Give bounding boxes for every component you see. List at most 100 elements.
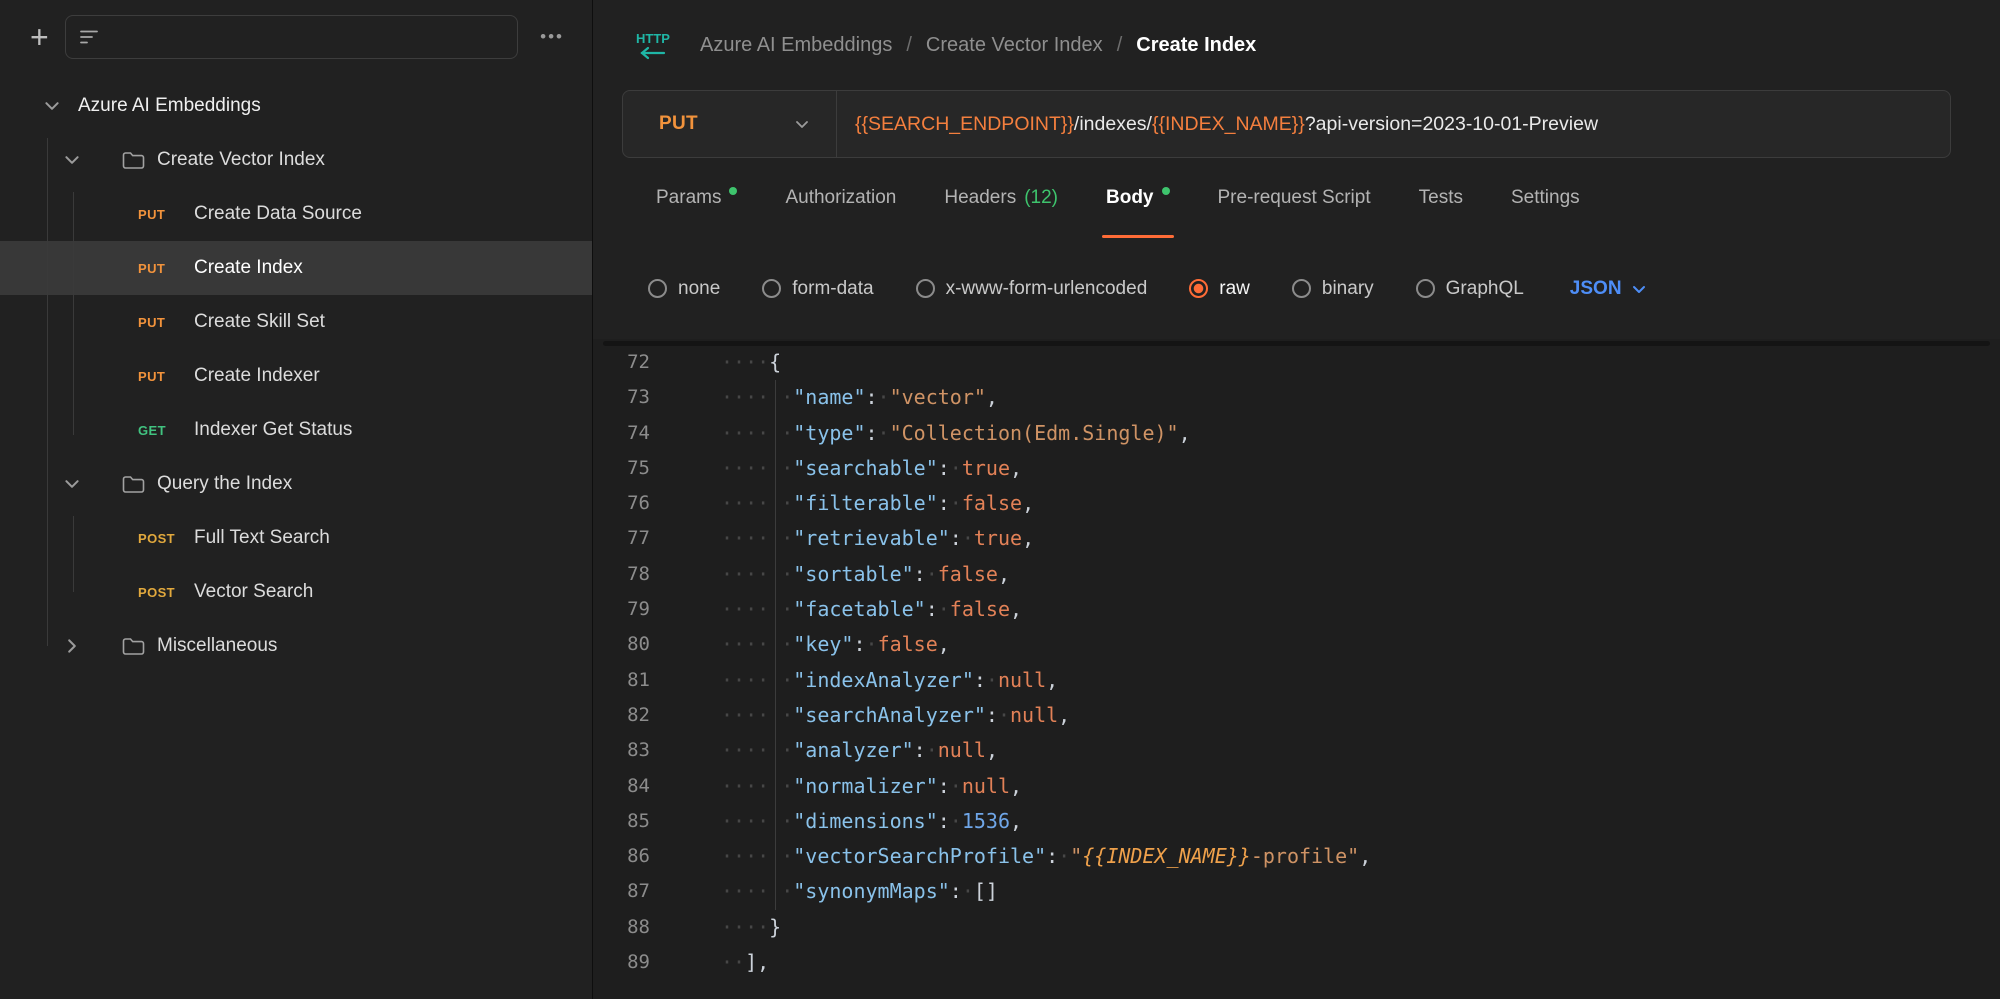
chevron-right-icon[interactable]: [62, 637, 82, 655]
line-number: 73: [593, 380, 650, 415]
breadcrumb-item-azure-ai-embeddings[interactable]: Azure AI Embeddings: [700, 34, 892, 57]
code-line: 87···· ·"synonymMaps":·[]: [593, 874, 2000, 909]
method-select[interactable]: PUT: [623, 91, 836, 157]
tab-headers[interactable]: Headers (12): [942, 158, 1060, 238]
body-language-select[interactable]: JSON: [1570, 278, 1647, 300]
line-number: 81: [593, 663, 650, 698]
code-line: 86···· ·"vectorSearchProfile":·"{{INDEX_…: [593, 839, 2000, 874]
method-badge: PUT: [138, 315, 190, 330]
sidebar-filter-input[interactable]: [110, 27, 503, 48]
breadcrumb-separator: /: [1117, 34, 1123, 57]
breadcrumb-item-create-index[interactable]: Create Index: [1136, 34, 1256, 57]
line-number: 79: [593, 592, 650, 627]
code-line: 88····}: [593, 910, 2000, 945]
code-content: ···· ·"key":·false,: [721, 627, 950, 662]
chevron-down-icon: [794, 116, 810, 132]
more-options-icon[interactable]: •••: [534, 27, 570, 47]
sidebar-request-create-data-source[interactable]: PUT Create Data Source: [0, 187, 592, 241]
method-badge: PUT: [138, 207, 190, 222]
green-dot: [1162, 187, 1170, 195]
code-content: ···· ·"searchAnalyzer":·null,: [721, 698, 1070, 733]
code-content: ···· ·"analyzer":·null,: [721, 733, 998, 768]
tree-item-label: Create Data Source: [194, 203, 362, 225]
line-number: 89: [593, 945, 650, 980]
tree-item-label: Create Skill Set: [194, 311, 325, 333]
breadcrumb: Azure AI Embeddings / Create Vector Index /…: [700, 34, 1256, 57]
code-line: 81···· ·"indexAnalyzer":·null,: [593, 663, 2000, 698]
code-content: ···· ·"searchable":·true,: [721, 451, 1022, 486]
request-pane: HTTP Azure AI Embeddings/Create Vector I…: [593, 0, 2000, 999]
chevron-down-icon[interactable]: [62, 151, 82, 169]
sidebar-folder-create-vector-index[interactable]: Create Vector Index: [0, 133, 592, 187]
code-line: 76···· ·"filterable":·false,: [593, 486, 2000, 521]
body-mode-form-data[interactable]: form-data: [762, 278, 873, 300]
body-mode-none[interactable]: none: [648, 278, 720, 300]
sidebar-request-vector-search[interactable]: POSTVector Search: [0, 565, 592, 619]
body-mode-raw[interactable]: raw: [1189, 278, 1250, 300]
body-mode-binary[interactable]: binary: [1292, 278, 1374, 300]
code-line: 72····{: [593, 345, 2000, 380]
tab-authorization[interactable]: Authorization: [783, 158, 898, 238]
tab-label: Body: [1106, 187, 1154, 209]
new-request-button[interactable]: +: [30, 21, 49, 53]
breadcrumb-row: HTTP Azure AI Embeddings/Create Vector I…: [593, 0, 2000, 90]
sidebar-filter-box[interactable]: [65, 15, 518, 59]
code-content: ···· ·"synonymMaps":·[]: [721, 874, 998, 909]
url-input[interactable]: {{SEARCH_ENDPOINT}}/indexes/{{INDEX_NAME…: [837, 113, 1616, 136]
tab-label: Pre-request Script: [1218, 187, 1371, 209]
sidebar-folder-query-the-index[interactable]: Query the Index: [0, 457, 592, 511]
body-editor[interactable]: 72····{73···· ·"name":·"vector",74 ···· ·…: [593, 339, 2000, 999]
code-line: 73···· ·"name":·"vector",: [593, 380, 2000, 415]
tab-label: Headers: [944, 187, 1016, 209]
url-variable: {{INDEX_NAME}}: [1152, 113, 1305, 135]
body-mode-graphql[interactable]: GraphQL: [1416, 278, 1524, 300]
sidebar-collection-azure-ai-embeddings[interactable]: Azure AI Embeddings: [0, 79, 592, 133]
code-line: 89 ··],: [593, 945, 2000, 980]
code-line: 80···· ·"key":·false,: [593, 627, 2000, 662]
headers-count: (12): [1024, 187, 1058, 209]
code-content: ···· ·"dimensions":·1536,: [721, 804, 1022, 839]
request-bar-row: PUT {{SEARCH_ENDPOINT}}/indexes/{{INDEX_…: [593, 90, 2000, 158]
code-line: 84···· ·"normalizer":·null,: [593, 769, 2000, 804]
body-mode-x-www-form-urlencoded[interactable]: x-www-form-urlencoded: [916, 278, 1148, 300]
language-label: JSON: [1570, 278, 1622, 300]
tab-settings[interactable]: Settings: [1509, 158, 1582, 238]
sidebar-request-full-text-search[interactable]: POSTFull Text Search: [0, 511, 592, 565]
sidebar-request-indexer-get-status[interactable]: GETIndexer Get Status: [0, 403, 592, 457]
breadcrumb-item-create-vector-index[interactable]: Create Vector Index: [926, 34, 1103, 57]
sidebar-folder-miscellaneous[interactable]: Miscellaneous: [0, 619, 592, 673]
tab-body[interactable]: Body: [1104, 158, 1172, 238]
sidebar-request-create-indexer[interactable]: PUTCreate Indexer: [0, 349, 592, 403]
code-line: 75···· ·"searchable":·true,: [593, 451, 2000, 486]
line-number: 74: [593, 416, 650, 451]
tab-params[interactable]: Params: [654, 158, 739, 238]
sidebar-request-create-skill-set[interactable]: PUT Create Skill Set: [0, 295, 592, 349]
line-number: 76: [593, 486, 650, 521]
radio-icon: [648, 279, 667, 298]
editor-scrollbar[interactable]: [603, 341, 1990, 346]
tree-item-label: Indexer Get Status: [194, 419, 352, 441]
radio-icon: [916, 279, 935, 298]
code-line: 77···· ·"retrievable":·true,: [593, 521, 2000, 556]
radio-selected-icon: [1189, 279, 1208, 298]
line-number: 85: [593, 804, 650, 839]
tab-pre-request-script[interactable]: Pre-request Script: [1216, 158, 1373, 238]
mode-label: raw: [1219, 278, 1250, 300]
folder-icon: [122, 151, 145, 170]
tab-tests[interactable]: Tests: [1417, 158, 1465, 238]
tree-item-label: Create Index: [194, 257, 303, 279]
breadcrumb-separator: /: [906, 34, 912, 57]
tree-item-label: Azure AI Embeddings: [78, 95, 261, 117]
code-content: ···· ·"normalizer":·null,: [721, 769, 1022, 804]
tree-item-label: Query the Index: [157, 473, 292, 495]
code-line: 82···· ·"searchAnalyzer":·null,: [593, 698, 2000, 733]
line-number: 78: [593, 557, 650, 592]
chevron-down-icon[interactable]: [62, 475, 82, 493]
sidebar-request-create-index[interactable]: PUTCreate Index: [0, 241, 592, 295]
chevron-down-icon[interactable]: [42, 97, 62, 115]
body-mode-row: none form-data x-www-form-urlencoded raw bin…: [593, 238, 2000, 339]
code-content: ··],: [721, 945, 769, 980]
code-content: ····{: [721, 345, 781, 380]
tree-item-label: Full Text Search: [194, 527, 330, 549]
radio-icon: [1416, 279, 1435, 298]
